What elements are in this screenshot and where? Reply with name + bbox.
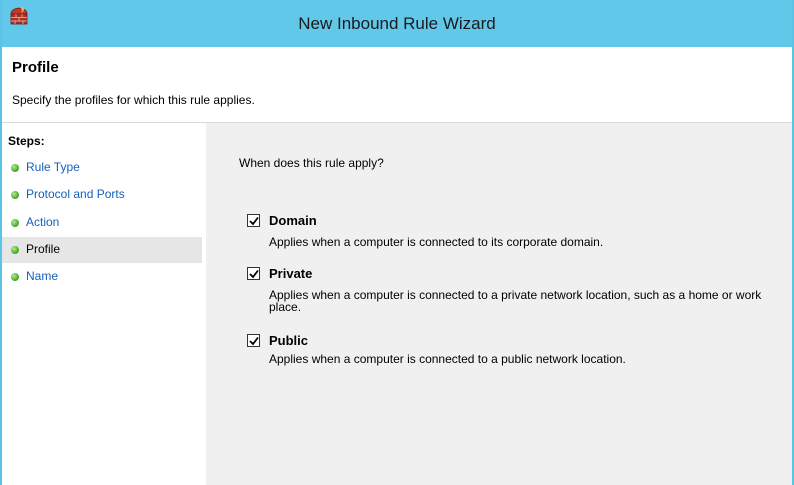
checkmark-icon [249,336,259,346]
checkmark-icon [249,269,259,279]
step-profile[interactable]: Profile [2,237,202,263]
step-name[interactable]: Name [2,264,202,290]
window-title: New Inbound Rule Wizard [298,14,496,33]
step-label: Rule Type [26,160,80,174]
public-checkbox[interactable] [247,334,260,347]
private-checkbox[interactable] [247,267,260,280]
domain-checkbox[interactable] [247,214,260,227]
wizard-window: New Inbound Rule Wizard Profile Specify … [0,0,794,485]
steps-heading: Steps: [8,134,45,148]
step-protocol-and-ports[interactable]: Protocol and Ports [2,182,202,208]
page-subtitle: Specify the profiles for which this rule… [12,93,255,107]
steps-panel: Steps: Rule Type Protocol and Ports Acti… [2,123,206,485]
domain-label[interactable]: Domain [269,213,317,228]
public-label[interactable]: Public [269,333,308,348]
step-status-icon [11,219,19,227]
step-label: Action [26,215,60,229]
title-bar[interactable]: New Inbound Rule Wizard [2,0,792,47]
step-status-icon [11,273,19,281]
step-label: Name [26,269,59,283]
page-title: Profile [12,59,59,76]
step-status-icon [11,246,19,254]
checkmark-icon [249,216,259,226]
content-panel: When does this rule apply? Domain Applie… [206,123,792,485]
step-status-icon [11,191,19,199]
step-action[interactable]: Action [2,210,202,236]
step-label: Profile [26,242,61,256]
step-rule-type[interactable]: Rule Type [2,155,202,181]
step-label: Protocol and Ports [26,187,125,201]
public-description: Applies when a computer is connected to … [269,352,626,366]
page-header: Profile Specify the profiles for which t… [2,47,792,123]
private-description: Applies when a computer is connected to … [269,288,762,314]
question-text: When does this rule apply? [239,156,384,170]
step-status-icon [11,164,19,172]
private-label[interactable]: Private [269,266,312,281]
domain-description: Applies when a computer is connected to … [269,235,604,249]
